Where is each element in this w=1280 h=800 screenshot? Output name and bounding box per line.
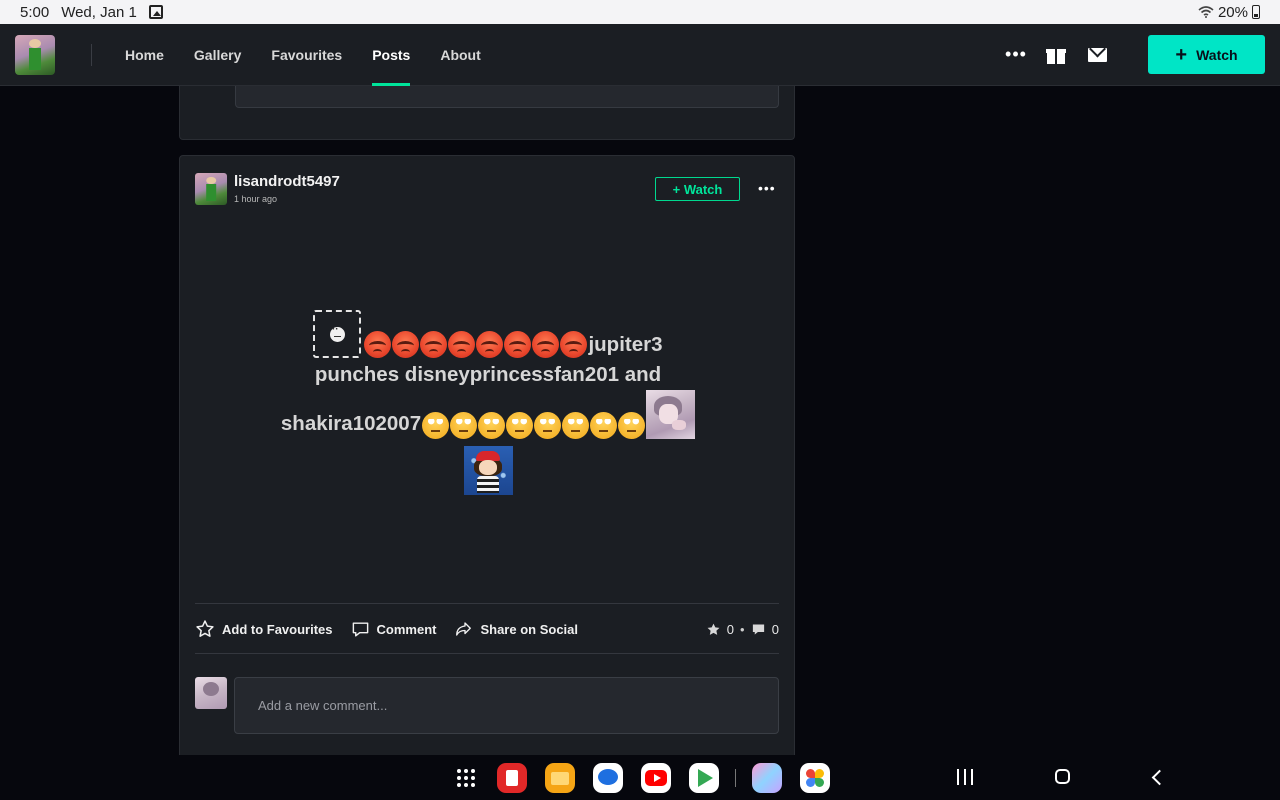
cartoon-girl-sticker [463,446,513,495]
play-store-app-icon[interactable] [689,763,719,793]
anime-character-sticker [646,390,696,439]
battery-percent: 20% [1217,3,1248,21]
site-header: Home Gallery Favourites Posts About ••• … [0,24,1280,86]
angry-emoji-row [363,331,587,358]
post-more-icon[interactable]: ••• [758,180,776,196]
separator-dot: ● [739,624,745,634]
current-user-avatar [195,677,227,709]
youtube-app-icon[interactable] [641,763,671,793]
comment-label: Comment [376,621,437,637]
eye-roll-emoji [477,412,505,439]
system-navigation-bar [0,755,1280,800]
eye-roll-emoji [449,412,477,439]
post-text-line1: jupiter3 [588,333,663,356]
photos-app-icon[interactable] [800,763,830,793]
nav-posts[interactable]: Posts [357,24,425,86]
post-text-line2: punches disneyprincessfan201 and [314,363,662,386]
watch-profile-button[interactable]: + Watch [1148,35,1265,74]
nav-home[interactable]: Home [110,24,179,86]
eye-roll-emoji [505,412,533,439]
angry-face-emoji [503,331,531,358]
previous-post-card [179,86,795,140]
favourite-count-star-icon [707,623,720,635]
eye-roll-emoji [617,412,645,439]
post-actions: Add to Favourites Comment Share on Socia… [195,618,779,640]
post-body: jupiter3 punches disneyprincessfan201 an… [200,306,776,495]
comment-button[interactable]: Comment [351,620,437,639]
favourite-label: Add to Favourites [222,621,333,637]
watch-label: Watch [1196,46,1238,63]
author-avatar[interactable] [195,173,227,205]
recent-apps-icon[interactable] [957,769,973,785]
angry-face-emoji [391,331,419,358]
profile-avatar[interactable] [15,34,55,75]
share-arrow-icon [456,622,472,636]
star-outline-icon [196,620,214,637]
add-to-favourites-button[interactable]: Add to Favourites [195,619,333,639]
post-timestamp: 1 hour ago [234,194,278,204]
header-divider [91,43,92,66]
flipboard-app-icon[interactable] [497,763,527,793]
eye-roll-emoji [561,412,589,439]
eye-roll-emoji [421,412,449,439]
comment-count: 0 [771,621,779,637]
nav-about[interactable]: About [425,24,495,86]
share-label: Share on Social [480,621,579,637]
comment-count-icon [752,624,764,634]
comment-icon [352,621,368,637]
angry-face-emoji [419,331,447,358]
status-date: Wed, Jan 1 [61,3,137,21]
nav-gallery[interactable]: Gallery [179,24,256,86]
home-button-icon[interactable] [1055,769,1070,784]
share-on-social-button[interactable]: Share on Social [454,620,578,638]
mail-icon[interactable] [1088,47,1107,62]
favourite-count: 0 [726,621,734,637]
divider [195,603,779,604]
angry-face-emoji [363,331,391,358]
app-dock [455,763,848,793]
comment-placeholder: Add a new comment... [258,698,388,713]
gallery-notification-icon [148,5,163,19]
pony-game-app-icon[interactable] [752,763,782,793]
post-stats: 0 ● 0 [706,622,779,637]
nav-favourites[interactable]: Favourites [256,24,357,86]
status-time: 5:00 [20,3,50,21]
plus-icon: + [1175,43,1188,66]
eye-roll-emoji [589,412,617,439]
watch-author-button[interactable]: + Watch [655,177,740,201]
gift-icon[interactable] [1046,46,1066,64]
wifi-icon [1198,6,1214,18]
battery-icon [1252,5,1260,19]
dock-separator [735,769,736,787]
back-button-icon[interactable] [1151,769,1168,786]
previous-comment-input[interactable] [235,86,779,108]
post-card: lisandrodt5497 1 hour ago + Watch ••• ju… [179,155,795,775]
eye-roll-emoji [533,412,561,439]
messages-app-icon[interactable] [593,763,623,793]
comment-input[interactable]: Add a new comment... [234,677,779,734]
more-options-icon[interactable]: ••• [996,44,1036,65]
broken-emoji-placeholder [313,310,362,358]
divider [195,653,779,654]
app-drawer-icon[interactable] [455,767,477,789]
system-status-bar: 5:00 Wed, Jan 1 20% [0,0,1280,24]
angry-face-emoji [531,331,559,358]
eye-roll-emoji-row [421,412,645,439]
post-text-line3: shakira102007 [280,412,422,435]
angry-face-emoji [559,331,587,358]
post-header: lisandrodt5497 1 hour ago [195,173,340,205]
files-app-icon[interactable] [545,763,575,793]
angry-face-emoji [447,331,475,358]
angry-face-emoji [475,331,503,358]
author-username[interactable]: lisandrodt5497 [234,173,340,191]
